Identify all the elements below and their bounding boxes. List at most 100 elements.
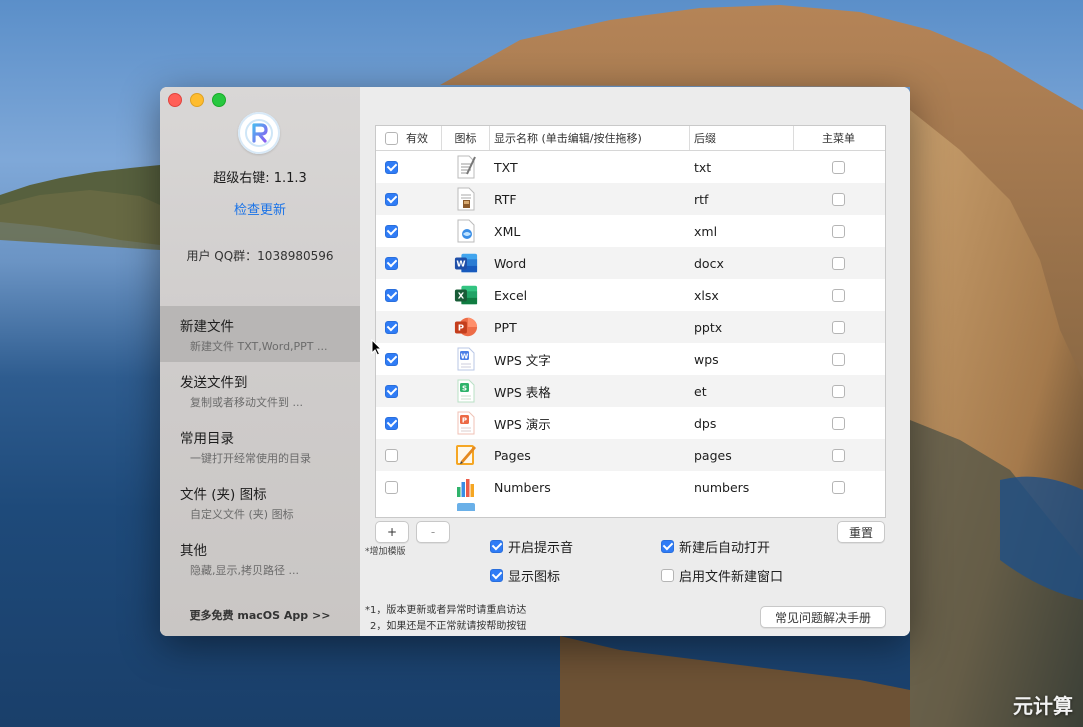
row-name[interactable]: RTF [490,183,690,215]
table-row[interactable]: Numbers numbers [376,471,885,503]
row-main-menu-checkbox[interactable] [832,352,845,366]
word-icon: W [454,251,478,275]
table-row[interactable]: XML xml [376,215,885,247]
table-row[interactable]: X Excel xlsx [376,279,885,311]
row-enabled-checkbox[interactable] [385,160,398,174]
row-icon-cell: X [442,279,490,311]
check-update-link[interactable]: 检查更新 [160,199,360,218]
row-main-menu-checkbox[interactable] [832,224,845,238]
row-enabled-cell [376,215,442,247]
option-auto-open-checkbox[interactable] [661,540,674,553]
row-enabled-checkbox[interactable] [385,352,398,366]
row-name[interactable]: TXT [490,151,690,183]
table-row[interactable]: W WPS 文字 wps [376,343,885,375]
select-all-checkbox[interactable] [385,131,398,145]
header-enabled[interactable]: 有效 [376,126,442,150]
xml-file-icon [454,219,478,243]
row-main-menu-checkbox[interactable] [832,192,845,206]
sidebar-item-new-file[interactable]: 新建文件 新建文件 TXT,Word,PPT ... [160,306,360,362]
row-enabled-checkbox[interactable] [385,384,398,398]
option-new-window-checkbox[interactable] [661,569,674,582]
row-main-menu-checkbox[interactable] [832,416,845,430]
table-row[interactable]: W Word docx [376,247,885,279]
sidebar-item-other[interactable]: 其他 隐藏,显示,拷贝路径 ... [160,530,360,586]
close-button[interactable] [168,93,182,107]
row-main-menu-cell [794,439,883,471]
row-main-menu-checkbox[interactable] [832,256,845,270]
sidebar-item-title: 发送文件到 [180,375,248,391]
row-main-menu-checkbox[interactable] [832,384,845,398]
row-name[interactable]: Pages [490,439,690,471]
row-enabled-checkbox[interactable] [385,224,398,238]
sidebar-item-folder-icons[interactable]: 文件 (夹) 图标 自定义文件 (夹) 图标 [160,474,360,530]
row-name[interactable]: XML [490,215,690,247]
table-row[interactable]: Pages pages [376,439,885,471]
row-enabled-checkbox[interactable] [385,480,398,494]
row-name[interactable]: PPT [490,311,690,343]
row-enabled-checkbox[interactable] [385,416,398,430]
app-window: 超级右键: 1.1.3 检查更新 用户 QQ群：1038980596 新建文件 … [160,87,910,636]
row-suffix: rtf [694,191,709,207]
row-enabled-cell [376,151,442,183]
table-row[interactable]: P WPS 演示 dps [376,407,885,439]
row-name[interactable]: Word [490,247,690,279]
option-sound-checkbox[interactable] [490,540,503,553]
row-name[interactable]: WPS 演示 [490,407,690,439]
row-enabled-cell [376,311,442,343]
excel-icon: X [454,283,478,307]
row-suffix: dps [694,415,717,431]
table-row[interactable]: TXT txt [376,151,885,183]
table-row[interactable]: S WPS 表格 et [376,375,885,407]
zoom-button[interactable] [212,93,226,107]
option-show-icon[interactable]: 显示图标 [490,566,560,585]
row-suffix: wps [694,351,719,367]
sidebar: 超级右键: 1.1.3 检查更新 用户 QQ群：1038980596 新建文件 … [160,87,360,636]
row-enabled-checkbox[interactable] [385,288,398,302]
row-main-menu-checkbox[interactable] [832,448,845,462]
remove-template-button[interactable]: - [416,521,450,543]
sidebar-item-title: 其他 [180,543,207,559]
row-enabled-checkbox[interactable] [385,320,398,334]
option-sound[interactable]: 开启提示音 [490,537,573,556]
row-name[interactable]: WPS 表格 [490,375,690,407]
option-show-icon-label: 显示图标 [508,570,561,585]
row-main-menu-cell [794,151,883,183]
svg-text:P: P [458,323,464,333]
row-main-menu-checkbox[interactable] [832,160,845,174]
row-enabled-cell [376,407,442,439]
window-controls [168,93,226,107]
row-icon-cell: P [442,311,490,343]
row-suffix: pages [694,447,732,463]
row-main-menu-checkbox[interactable] [832,288,845,302]
row-name[interactable]: WPS 文字 [490,343,690,375]
watermark: 元计算 [1013,694,1073,718]
row-name[interactable]: Numbers [490,471,690,503]
app-logo-icon [245,119,273,147]
sidebar-item-subtitle: 复制或者移动文件到 ... [190,396,303,409]
row-enabled-checkbox[interactable] [385,256,398,270]
row-enabled-cell [376,343,442,375]
row-enabled-checkbox[interactable] [385,448,398,462]
add-template-button[interactable]: + [375,521,409,543]
row-name[interactable]: Excel [490,279,690,311]
faq-button[interactable]: 常见问题解决手册 [760,606,886,628]
row-icon-cell: W [442,343,490,375]
row-icon-cell: W [442,247,490,279]
sidebar-item-send-to[interactable]: 发送文件到 复制或者移动文件到 ... [160,362,360,418]
more-apps-link[interactable]: 更多免费 macOS App >> [160,607,360,623]
table-row[interactable]: P PPT pptx [376,311,885,343]
row-main-menu-checkbox[interactable] [832,480,845,494]
sidebar-item-title: 新建文件 [180,319,234,335]
option-new-window[interactable]: 启用文件新建窗口 [661,566,783,585]
minimize-button[interactable] [190,93,204,107]
sidebar-item-common-dirs[interactable]: 常用目录 一键打开经常使用的目录 [160,418,360,474]
option-sound-label: 开启提示音 [508,541,574,556]
row-enabled-checkbox[interactable] [385,192,398,206]
table-row[interactable]: RTF rtf [376,183,885,215]
option-auto-open[interactable]: 新建后自动打开 [661,537,770,556]
reset-button[interactable]: 重置 [837,521,885,543]
row-main-menu-cell [794,183,883,215]
row-icon-cell [442,151,490,183]
option-show-icon-checkbox[interactable] [490,569,503,582]
row-main-menu-checkbox[interactable] [832,320,845,334]
